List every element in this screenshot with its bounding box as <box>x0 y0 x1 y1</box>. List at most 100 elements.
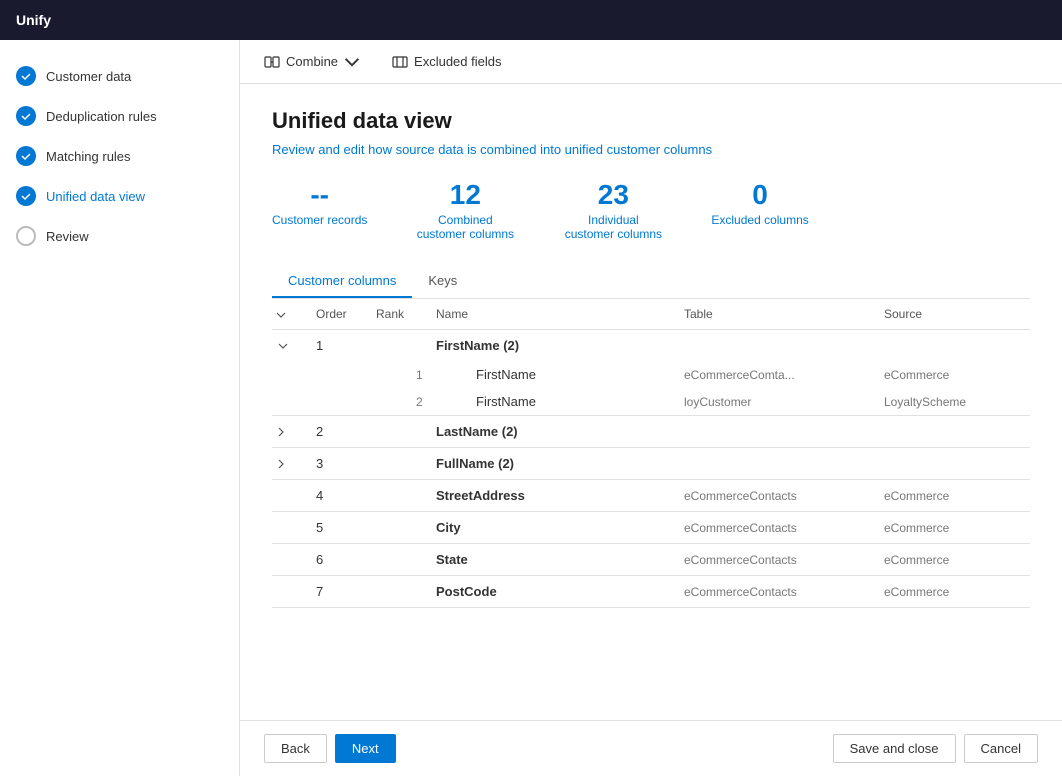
toolbar: Combine Excluded fields <box>240 40 1062 84</box>
source-postcode: eCommerce <box>880 585 1030 599</box>
tab-keys[interactable]: Keys <box>412 265 473 298</box>
table-sub-row-firstname-1[interactable]: 1 FirstName eCommerceComta... eCommerce <box>272 361 1030 388</box>
combine-label: Combine <box>286 54 338 69</box>
order-state: 6 <box>312 552 372 567</box>
check-icon-customer-data <box>16 66 36 86</box>
check-icon-matching <box>16 146 36 166</box>
table-streetaddress: eCommerceContacts <box>680 489 880 503</box>
row-group-streetaddress: 4 StreetAddress eCommerceContacts eComme… <box>272 480 1030 512</box>
stat-customer-records: -- Customer records <box>272 181 367 241</box>
sidebar-item-review[interactable]: Review <box>0 216 239 256</box>
sidebar-item-matching-rules[interactable]: Matching rules <box>0 136 239 176</box>
next-button[interactable]: Next <box>335 734 396 763</box>
table-sub-1: eCommerceComta... <box>680 368 880 382</box>
row-group-lastname: 2 LastName (2) <box>272 416 1030 448</box>
stat-value-combined: 12 <box>450 181 481 209</box>
back-button[interactable]: Back <box>264 734 327 763</box>
source-sub-1: eCommerce <box>880 368 1030 382</box>
order-city: 5 <box>312 520 372 535</box>
sidebar-label-customer-data: Customer data <box>46 69 131 84</box>
name-sub-1: FirstName <box>472 367 680 382</box>
table-header: Order Rank Name Table Source <box>272 299 1030 330</box>
source-streetaddress: eCommerce <box>880 489 1030 503</box>
col-header-order: Order <box>312 307 372 321</box>
table-sub-row-firstname-2[interactable]: 2 FirstName loyCustomer LoyaltyScheme <box>272 388 1030 415</box>
sidebar-item-unified-data-view[interactable]: Unified data view <box>0 176 239 216</box>
stat-individual-columns: 23 Individual customer columns <box>563 181 663 241</box>
stat-label-combined: Combined customer columns <box>415 213 515 241</box>
sidebar-item-customer-data[interactable]: Customer data <box>0 56 239 96</box>
excluded-fields-button[interactable]: Excluded fields <box>384 50 509 74</box>
chevron-right-lastname[interactable] <box>276 425 286 439</box>
combine-button[interactable]: Combine <box>256 50 368 74</box>
name-streetaddress: StreetAddress <box>432 488 680 503</box>
stat-label-excluded: Excluded columns <box>711 213 808 227</box>
stat-label-customer-records: Customer records <box>272 213 367 227</box>
table-state: eCommerceContacts <box>680 553 880 567</box>
row-group-postcode: 7 PostCode eCommerceContacts eCommerce <box>272 576 1030 608</box>
stat-value-customer-records: -- <box>310 181 329 209</box>
table-row-streetaddress[interactable]: 4 StreetAddress eCommerceContacts eComme… <box>272 480 1030 511</box>
sidebar-label-matching: Matching rules <box>46 149 131 164</box>
source-sub-2: LoyaltyScheme <box>880 395 1030 409</box>
chevron-down-firstname[interactable] <box>276 341 290 351</box>
tabs-row: Customer columns Keys <box>272 265 1030 299</box>
cancel-button[interactable]: Cancel <box>964 734 1038 763</box>
expand-btn-firstname[interactable] <box>272 341 312 351</box>
name-firstname: FirstName (2) <box>432 338 680 353</box>
rank-sub-2: 2 <box>412 395 472 409</box>
col-header-rank: Rank <box>372 307 432 321</box>
sidebar-label-review: Review <box>46 229 89 244</box>
table-sub-2: loyCustomer <box>680 395 880 409</box>
excluded-fields-label: Excluded fields <box>414 54 501 69</box>
table-row-city[interactable]: 5 City eCommerceContacts eCommerce <box>272 512 1030 543</box>
page-subtitle: Review and edit how source data is combi… <box>272 142 1030 157</box>
name-lastname: LastName (2) <box>432 424 680 439</box>
chevron-right-fullname[interactable] <box>276 457 286 471</box>
content-area: Combine Excluded fields Unified data <box>240 40 1062 776</box>
rank-sub-1: 1 <box>412 368 472 382</box>
name-sub-2: FirstName <box>472 394 680 409</box>
table-row-state[interactable]: 6 State eCommerceContacts eCommerce <box>272 544 1030 575</box>
check-icon-deduplication <box>16 106 36 126</box>
excluded-fields-icon <box>392 54 408 70</box>
chevron-down-icon <box>344 54 360 70</box>
stat-excluded-columns: 0 Excluded columns <box>711 181 808 241</box>
check-icon-unified <box>16 186 36 206</box>
source-state: eCommerce <box>880 553 1030 567</box>
order-firstname: 1 <box>312 338 372 353</box>
sidebar-label-unified: Unified data view <box>46 189 145 204</box>
table-row-lastname[interactable]: 2 LastName (2) <box>272 416 1030 447</box>
col-header-table: Table <box>680 307 880 321</box>
table-postcode: eCommerceContacts <box>680 585 880 599</box>
col-header-expand <box>272 307 312 321</box>
empty-circle-review <box>16 226 36 246</box>
row-group-fullname: 3 FullName (2) <box>272 448 1030 480</box>
table-city: eCommerceContacts <box>680 521 880 535</box>
table-row-firstname[interactable]: 1 FirstName (2) <box>272 330 1030 361</box>
source-city: eCommerce <box>880 521 1030 535</box>
top-bar: Unify <box>0 0 1062 40</box>
sidebar-label-deduplication: Deduplication rules <box>46 109 157 124</box>
footer-right: Save and close Cancel <box>833 734 1038 763</box>
row-group-firstname: 1 FirstName (2) 1 FirstName eC <box>272 330 1030 416</box>
name-postcode: PostCode <box>432 584 680 599</box>
table-container: Order Rank Name Table Source <box>272 299 1030 608</box>
expand-btn-lastname[interactable] <box>272 425 312 439</box>
app-title: Unify <box>16 12 51 28</box>
row-group-state: 6 State eCommerceContacts eCommerce <box>272 544 1030 576</box>
row-group-city: 5 City eCommerceContacts eCommerce <box>272 512 1030 544</box>
stats-row: -- Customer records 12 Combined customer… <box>272 181 1030 241</box>
tab-customer-columns[interactable]: Customer columns <box>272 265 412 298</box>
sidebar-item-deduplication-rules[interactable]: Deduplication rules <box>0 96 239 136</box>
stat-value-excluded: 0 <box>752 181 768 209</box>
name-city: City <box>432 520 680 535</box>
save-close-button[interactable]: Save and close <box>833 734 956 763</box>
table-row-fullname[interactable]: 3 FullName (2) <box>272 448 1030 479</box>
table-row-postcode[interactable]: 7 PostCode eCommerceContacts eCommerce <box>272 576 1030 607</box>
stat-value-individual: 23 <box>598 181 629 209</box>
name-state: State <box>432 552 680 567</box>
order-streetaddress: 4 <box>312 488 372 503</box>
stat-combined-columns: 12 Combined customer columns <box>415 181 515 241</box>
expand-btn-fullname[interactable] <box>272 457 312 471</box>
